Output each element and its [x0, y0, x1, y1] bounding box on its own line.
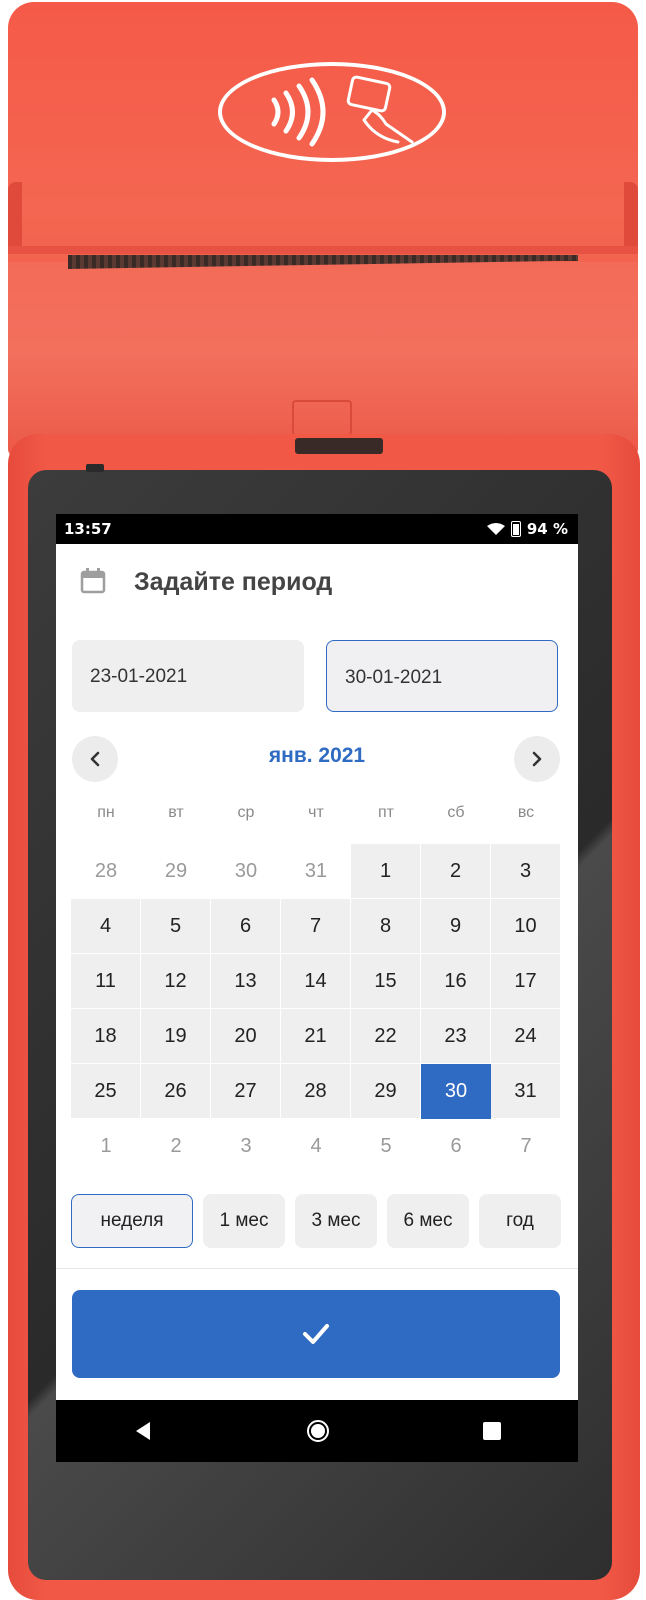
calendar-day[interactable]: 7	[491, 1119, 561, 1174]
calendar-day[interactable]: 2	[141, 1119, 211, 1174]
calendar-day[interactable]: 31	[281, 844, 351, 899]
recents-icon[interactable]	[482, 1421, 502, 1441]
weekday-label: вт	[168, 804, 184, 821]
calendar-day[interactable]: 30	[211, 844, 281, 899]
front-camera	[86, 464, 104, 472]
calendar-day[interactable]: 27	[211, 1064, 281, 1119]
calendar-day[interactable]: 20	[211, 1009, 281, 1064]
weekday-header: пн вт ср чт пт сб вс	[71, 804, 561, 822]
calendar-day[interactable]: 18	[71, 1009, 141, 1064]
weekday-label: пт	[378, 804, 394, 821]
calendar-day[interactable]: 8	[351, 899, 421, 954]
preset-button[interactable]: 6 мес	[387, 1194, 469, 1248]
weekday-label: ср	[237, 804, 255, 821]
calendar-day[interactable]: 11	[71, 954, 141, 1009]
calendar-day[interactable]: 17	[491, 954, 561, 1009]
weekday-label: вс	[517, 804, 535, 821]
calendar-day[interactable]: 9	[421, 899, 491, 954]
calendar-day[interactable]: 16	[421, 954, 491, 1009]
calendar-day[interactable]: 3	[211, 1119, 281, 1174]
calendar-day[interactable]: 4	[281, 1119, 351, 1174]
status-bar: 13:57 94 %	[56, 514, 578, 544]
chevron-right-icon	[532, 751, 542, 767]
calendar-day[interactable]: 5	[351, 1119, 421, 1174]
divider	[56, 1268, 578, 1269]
dialog-header: Задайте период	[56, 544, 578, 624]
printer-cover-edge	[8, 246, 638, 254]
end-date-field[interactable]: 30-01-2021	[326, 640, 558, 712]
battery-icon	[510, 521, 521, 537]
calendar-day[interactable]: 29	[351, 1064, 421, 1119]
calendar-day[interactable]: 1	[351, 844, 421, 899]
calendar-day[interactable]: 31	[491, 1064, 561, 1119]
printer-side-right	[624, 182, 638, 252]
calendar-day[interactable]: 19	[141, 1009, 211, 1064]
card-slot-icon	[292, 400, 352, 436]
calendar-day[interactable]: 23	[421, 1009, 491, 1064]
calendar-day[interactable]: 28	[71, 844, 141, 899]
calendar-day[interactable]: 22	[351, 1009, 421, 1064]
preset-button[interactable]: 1 мес	[203, 1194, 285, 1248]
next-month-button[interactable]	[514, 736, 560, 782]
calendar-day[interactable]: 10	[491, 899, 561, 954]
period-presets: неделя 1 мес 3 мес 6 мес год	[71, 1194, 561, 1248]
status-time: 13:57	[64, 520, 112, 538]
calendar-day[interactable]: 21	[281, 1009, 351, 1064]
calendar-icon	[80, 568, 106, 594]
back-icon[interactable]	[132, 1420, 154, 1442]
wifi-icon	[486, 523, 505, 535]
calendar-day[interactable]: 6	[211, 899, 281, 954]
status-indicators: 94 %	[486, 520, 568, 538]
weekday-label: сб	[447, 804, 465, 821]
calendar-day[interactable]: 3	[491, 844, 561, 899]
calendar-day[interactable]: 26	[141, 1064, 211, 1119]
calendar-day[interactable]: 6	[421, 1119, 491, 1174]
preset-button[interactable]: неделя	[71, 1194, 193, 1248]
weekday-label: чт	[308, 804, 324, 821]
home-icon[interactable]	[306, 1419, 330, 1443]
calendar-day-selected[interactable]: 30	[421, 1064, 491, 1119]
contactless-payment-icon	[271, 75, 414, 147]
confirm-button[interactable]	[72, 1290, 560, 1378]
calendar-day[interactable]: 14	[281, 954, 351, 1009]
check-icon	[303, 1324, 329, 1344]
calendar-day[interactable]: 5	[141, 899, 211, 954]
battery-percent: 94 %	[526, 520, 568, 538]
preset-button[interactable]: 3 мес	[295, 1194, 377, 1248]
calendar-grid: 28 29 30 31 1 2 3 4 5 6 7 8 9 10 11 12 13 14 15 16 17 18 19 20 2…	[71, 844, 561, 1174]
start-date-field[interactable]: 23-01-2021	[72, 640, 304, 712]
calendar-day[interactable]: 7	[281, 899, 351, 954]
android-nav-bar	[56, 1400, 578, 1462]
calendar-day[interactable]: 25	[71, 1064, 141, 1119]
module-connector	[295, 438, 383, 454]
preset-button[interactable]: год	[479, 1194, 561, 1248]
calendar-day[interactable]: 15	[351, 954, 421, 1009]
calendar-day[interactable]: 2	[421, 844, 491, 899]
calendar-day[interactable]: 4	[71, 899, 141, 954]
nfc-logo	[218, 62, 446, 162]
calendar-day[interactable]: 13	[211, 954, 281, 1009]
calendar-day[interactable]: 1	[71, 1119, 141, 1174]
printer-side-left	[8, 182, 22, 252]
calendar-day[interactable]: 29	[141, 844, 211, 899]
page-title: Задайте период	[134, 568, 333, 596]
calendar-day[interactable]: 28	[281, 1064, 351, 1119]
calendar-day[interactable]: 24	[491, 1009, 561, 1064]
weekday-label: пн	[97, 804, 115, 821]
calendar-day[interactable]: 12	[141, 954, 211, 1009]
device-screen: 13:57 94 % Задайте период 23-01-2021 30-…	[56, 514, 578, 1462]
month-label: янв. 2021	[268, 744, 366, 767]
